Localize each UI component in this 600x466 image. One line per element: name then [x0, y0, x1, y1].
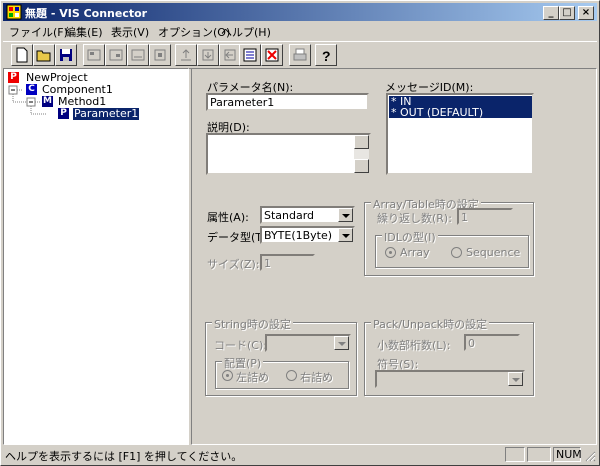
generate-button[interactable] — [239, 44, 261, 66]
parameter-icon: P — [58, 108, 69, 119]
chevron-down-icon[interactable] — [508, 372, 523, 386]
left-align-radio[interactable] — [222, 370, 233, 381]
minimize-button[interactable]: _ — [543, 6, 559, 20]
help-icon: ? — [322, 48, 331, 63]
tree-node-label-selected: Parameter1 — [73, 107, 140, 120]
datatype-select[interactable]: BYTE(1Byte) — [260, 226, 355, 244]
decimal-places-label: 小数部桁数(L): — [377, 339, 451, 352]
move-up-icon — [181, 49, 191, 61]
status-text: ヘルプを表示するには [F1] を押してください。 — [5, 450, 243, 463]
delete-button[interactable] — [261, 44, 283, 66]
pack-group-title: Pack/Unpack時の設定 — [371, 316, 490, 332]
description-scrollbar[interactable] — [354, 135, 369, 173]
attribute-select[interactable]: Standard — [260, 206, 355, 224]
status-pane-caps — [505, 447, 525, 462]
new-button[interactable] — [11, 44, 33, 66]
idl-type-group: IDLの型(I) Array Sequence — [375, 229, 529, 268]
scroll-up-icon[interactable] — [354, 135, 369, 149]
layout-group: 配置(P) 左詰め 右詰め — [215, 355, 349, 389]
generate-icon — [243, 48, 257, 62]
add-component-icon — [87, 49, 101, 61]
move-left-icon — [224, 49, 236, 61]
properties-pane: パラメータ名(N): Parameter1 説明(D): メッセージID(M):… — [191, 68, 597, 445]
toolbar: ? — [3, 41, 597, 69]
window-title: 無題 - VIS Connector — [25, 7, 148, 20]
new-document-icon — [16, 47, 28, 63]
status-pane-num: NUM — [553, 447, 582, 462]
menu-help[interactable]: ヘルプ(H) — [221, 24, 271, 40]
print-button[interactable] — [289, 44, 311, 66]
status-bar: ヘルプを表示するには [F1] を押してください。 NUM — [3, 446, 597, 463]
menu-edit[interactable]: 編集(E) — [65, 24, 103, 40]
idl-array-radio[interactable] — [385, 247, 396, 258]
chevron-down-icon[interactable] — [338, 208, 353, 222]
menu-bar: ファイル(F) 編集(E) 表示(V) オプション(O) ヘルプ(H) — [3, 22, 597, 40]
string-group-title: String時の設定 — [212, 316, 293, 332]
menu-view[interactable]: 表示(V) — [111, 24, 149, 40]
save-disk-icon — [60, 49, 72, 61]
idl-array-label: Array — [400, 246, 430, 259]
sign-select[interactable] — [375, 370, 525, 388]
method-icon: M — [42, 96, 53, 107]
menu-options[interactable]: オプション(O) — [158, 24, 230, 40]
title-bar[interactable]: 無題 - VIS Connector _ □ × — [3, 3, 597, 21]
project-tree[interactable]: P NewProject C Component1 M Method1 P Pa… — [3, 68, 189, 445]
description-textarea[interactable] — [206, 133, 371, 175]
right-align-label: 右詰め — [300, 371, 333, 384]
right-align-radio[interactable] — [286, 370, 297, 381]
add-method-icon — [109, 49, 123, 61]
repeat-count-input[interactable]: 1 — [457, 208, 513, 225]
param-name-input[interactable]: Parameter1 — [206, 93, 369, 111]
status-pane-blank — [527, 447, 551, 462]
message-id-list[interactable]: * IN * OUT (DEFAULT) — [386, 93, 534, 175]
move-down-icon — [202, 49, 214, 61]
message-id-item-out[interactable]: * OUT (DEFAULT) — [389, 107, 532, 118]
move-up-button[interactable] — [175, 44, 197, 66]
decimal-places-input[interactable]: 0 — [464, 334, 520, 351]
open-button[interactable] — [33, 44, 55, 66]
attribute-label: 属性(A): — [207, 211, 249, 224]
chevron-down-icon[interactable] — [338, 228, 353, 242]
app-window: 無題 - VIS Connector _ □ × ファイル(F) 編集(E) 表… — [0, 0, 600, 466]
resize-grip-icon[interactable] — [583, 449, 596, 462]
chevron-down-icon[interactable] — [334, 336, 349, 350]
print-icon — [293, 48, 307, 61]
close-button[interactable]: × — [578, 6, 594, 20]
left-align-label: 左詰め — [236, 371, 269, 384]
component-icon: C — [26, 84, 37, 95]
add-parameter-icon — [154, 49, 166, 61]
delete-icon — [265, 48, 279, 62]
code-select[interactable] — [265, 334, 351, 352]
pack-settings-group: Pack/Unpack時の設定 小数部桁数(L): 0 符号(S): — [364, 316, 534, 396]
save-button[interactable] — [55, 44, 77, 66]
help-button[interactable]: ? — [315, 44, 337, 66]
idl-sequence-label: Sequence — [466, 246, 521, 259]
move-down-button[interactable] — [197, 44, 219, 66]
open-folder-icon — [36, 50, 51, 62]
app-icon — [6, 4, 22, 20]
menu-file[interactable]: ファイル(F) — [9, 24, 68, 40]
maximize-button[interactable]: □ — [559, 6, 575, 20]
add-parameter-button[interactable] — [149, 44, 171, 66]
svg-text:?: ? — [322, 48, 331, 63]
add-property-icon — [131, 49, 145, 61]
add-property-button[interactable] — [127, 44, 149, 66]
code-label: コード(C): — [214, 339, 267, 352]
array-settings-group: Array/Table時の設定 繰り返し数(R): 1 IDLの型(I) Arr… — [364, 196, 534, 276]
add-component-button[interactable] — [83, 44, 105, 66]
project-icon: P — [8, 72, 19, 83]
size-label: サイズ(Z): — [207, 258, 260, 271]
string-settings-group: String時の設定 コード(C): 配置(P) 左詰め 右詰め — [205, 316, 357, 396]
repeat-count-label: 繰り返し数(R): — [377, 212, 452, 225]
size-input[interactable]: 1 — [260, 254, 315, 271]
add-method-button[interactable] — [105, 44, 127, 66]
move-left-button[interactable] — [219, 44, 241, 66]
scroll-down-icon[interactable] — [354, 159, 369, 173]
idl-group-title: IDLの型(I) — [382, 229, 438, 245]
idl-sequence-radio[interactable] — [451, 247, 462, 258]
